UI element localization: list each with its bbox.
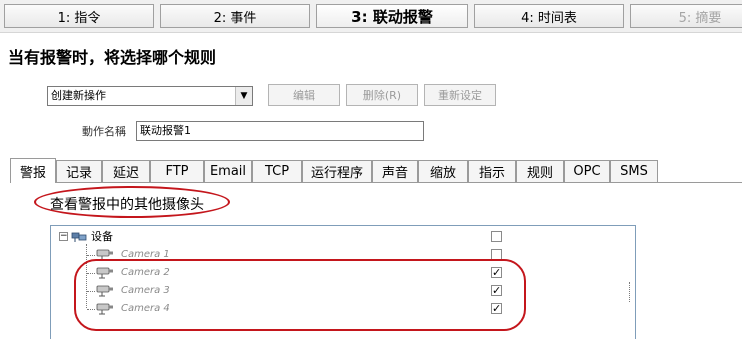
delete-button[interactable]: 删除(R) — [346, 84, 418, 106]
tab-zoom[interactable]: 缩放 — [418, 160, 468, 182]
reset-button[interactable]: 重新设定 — [424, 84, 496, 106]
annotation-circle — [34, 186, 230, 218]
tab-alarm[interactable]: 警报 — [10, 158, 56, 183]
tab-divider — [10, 182, 742, 183]
tab-tcp[interactable]: TCP — [252, 160, 302, 182]
annotation-circle — [74, 259, 526, 331]
edit-button[interactable]: 编辑 — [268, 84, 340, 106]
tab-email[interactable]: Email — [204, 160, 252, 182]
tab-opc[interactable]: OPC — [564, 160, 610, 182]
tree-root-row[interactable]: − 设备 — [51, 228, 637, 246]
tab-indication[interactable]: 指示 — [468, 160, 516, 182]
root-checkbox[interactable] — [491, 231, 502, 242]
step-summary: 5: 摘要 — [630, 4, 742, 28]
action-name-input[interactable]: 联动报警1 — [136, 121, 424, 141]
tab-ftp[interactable]: FTP — [150, 160, 204, 182]
action-select-value: 创建新操作 — [51, 89, 106, 102]
step-schedule[interactable]: 4: 时间表 — [474, 4, 624, 28]
action-select[interactable]: 创建新操作 ▼ — [47, 86, 253, 106]
page-title: 当有报警时，将选择哪个规则 — [8, 48, 217, 67]
step-instruction[interactable]: 1: 指令 — [4, 4, 154, 28]
action-name-label: 動作名稱 — [82, 125, 126, 138]
tab-sound[interactable]: 声音 — [372, 160, 418, 182]
tree-scroll-edge — [629, 282, 636, 302]
chevron-down-icon[interactable]: ▼ — [235, 87, 252, 105]
tab-record[interactable]: 记录 — [56, 160, 102, 182]
tab-sms[interactable]: SMS — [610, 160, 658, 182]
tab-delay[interactable]: 延迟 — [102, 160, 150, 182]
device-group-icon — [71, 232, 87, 242]
tab-run-program[interactable]: 运行程序 — [302, 160, 372, 182]
tab-rules[interactable]: 规则 — [516, 160, 564, 182]
tree-root-label: 设备 — [91, 230, 113, 243]
step-event[interactable]: 2: 事件 — [160, 4, 310, 28]
wizard-step-bar: 1: 指令 2: 事件 3: 联动报警 4: 时间表 5: 摘要 — [0, 0, 742, 33]
action-tabs: 警报 记录 延迟 FTP Email TCP 运行程序 声音 缩放 指示 规则 … — [10, 158, 740, 183]
step-linked-alarm[interactable]: 3: 联动报警 — [316, 4, 468, 28]
collapse-icon[interactable]: − — [59, 232, 68, 241]
